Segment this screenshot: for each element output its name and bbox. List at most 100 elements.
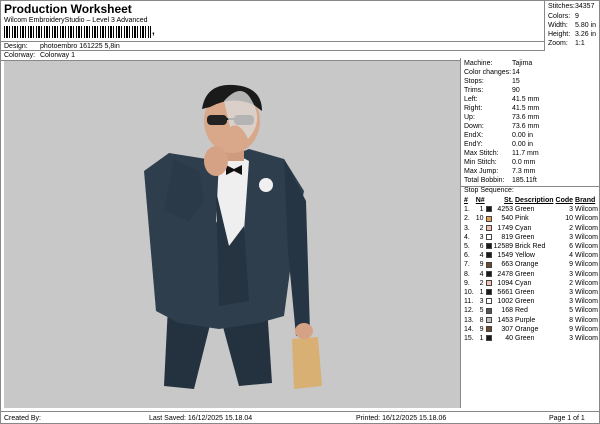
row-brand: Wilcom bbox=[575, 206, 598, 214]
table-row: 3. 2 1749 Cyan 2 Wilcom bbox=[463, 224, 599, 233]
row-description: Green bbox=[515, 298, 535, 306]
design-label: Design: bbox=[4, 43, 28, 50]
row-description: Orange bbox=[515, 325, 539, 333]
row-needle: 5 bbox=[479, 307, 484, 315]
row-description: Pink bbox=[515, 215, 529, 223]
color-swatch bbox=[485, 325, 492, 332]
row-code: 3 bbox=[569, 233, 574, 241]
printed-date: Printed: 16/12/2025 15.18.06 bbox=[356, 415, 447, 422]
worksheet: Production Worksheet Wilcom EmbroiderySt… bbox=[0, 0, 600, 424]
table-row: 14. 9 307 Orange 9 Wilcom bbox=[463, 325, 599, 334]
color-swatch bbox=[485, 270, 492, 277]
row-code: 5 bbox=[569, 307, 574, 315]
row-needle: 8 bbox=[479, 316, 484, 324]
embroidery-image bbox=[144, 84, 322, 389]
row-color bbox=[485, 279, 493, 288]
row-code: 2 bbox=[569, 224, 574, 232]
stat-width: Width: 5.80 in bbox=[548, 22, 597, 29]
row-description: Yellow bbox=[515, 252, 535, 260]
row-index: 13. bbox=[464, 316, 474, 324]
row-index: 15. bbox=[464, 334, 474, 342]
color-swatch bbox=[485, 215, 492, 222]
row-index: 7. bbox=[464, 261, 470, 269]
info-up: Up: 73.6 mm bbox=[464, 114, 540, 121]
color-swatch bbox=[485, 298, 492, 305]
row-needle: 9 bbox=[479, 261, 484, 269]
table-row: 11. 3 1002 Green 3 Wilcom bbox=[463, 297, 599, 306]
design-preview[interactable] bbox=[4, 61, 460, 408]
row-index: 14. bbox=[464, 325, 474, 333]
software-subtitle: Wilcom EmbroideryStudio – Level 3 Advanc… bbox=[4, 17, 148, 24]
row-stitches: 1453 bbox=[497, 316, 513, 324]
stop-sequence-body: 1. 1 4253 Green 3 Wilcom 2. 10 540 Pink 10 Wilcom 3.… bbox=[463, 205, 599, 343]
row-code: 3 bbox=[569, 334, 574, 342]
stat-stitches: Stitches:34357 bbox=[548, 3, 595, 10]
table-row: 8. 4 2478 Green 3 Wilcom bbox=[463, 270, 599, 279]
row-color bbox=[485, 288, 493, 297]
row-code: 6 bbox=[569, 243, 574, 251]
row-index: 12. bbox=[464, 307, 474, 315]
info-endy: EndY: 0.00 in bbox=[464, 141, 534, 148]
row-index: 1. bbox=[464, 206, 470, 214]
table-row: 12. 5 168 Red 5 Wilcom bbox=[463, 306, 599, 315]
color-swatch bbox=[485, 279, 492, 286]
row-index: 6. bbox=[464, 252, 470, 260]
info-left: Left: 41.5 mm bbox=[464, 96, 540, 103]
row-brand: Wilcom bbox=[575, 252, 598, 260]
stats-panel: Stitches:34357 Colors: 9 Width: 5.80 in He… bbox=[544, 1, 600, 51]
row-code: 2 bbox=[569, 279, 574, 287]
row-stitches: 307 bbox=[501, 325, 513, 333]
row-brand: Wilcom bbox=[575, 224, 598, 232]
last-saved: Last Saved: 16/12/2025 15.18.04 bbox=[149, 415, 253, 422]
row-color bbox=[485, 270, 493, 279]
row-color bbox=[485, 224, 493, 233]
row-needle: 2 bbox=[479, 279, 484, 287]
row-brand: Wilcom bbox=[575, 316, 598, 324]
row-stitches: 1094 bbox=[497, 279, 513, 287]
table-row: 6. 4 1549 Yellow 4 Wilcom bbox=[463, 251, 599, 260]
row-code: 3 bbox=[569, 206, 574, 214]
stop-sequence-table: # N# St. Description Code Brand 1. 1 4253 G… bbox=[463, 196, 599, 343]
table-row: 5. 6 12589 Brick Red 6 Wilcom bbox=[463, 242, 599, 251]
table-row: 10. 1 5661 Green 3 Wilcom bbox=[463, 288, 599, 297]
info-stops: Stops: 15 bbox=[464, 78, 520, 85]
row-brand: Wilcom bbox=[575, 233, 598, 241]
table-row: 13. 8 1453 Purple 8 Wilcom bbox=[463, 315, 599, 324]
row-brand: Wilcom bbox=[575, 261, 598, 269]
row-brand: Wilcom bbox=[575, 215, 598, 223]
row-brand: Wilcom bbox=[575, 334, 598, 342]
row-color bbox=[485, 325, 493, 334]
color-swatch bbox=[485, 335, 492, 342]
info-min-stitch: Min Stitch: 0.0 mm bbox=[464, 159, 536, 166]
row-description: Green bbox=[515, 233, 535, 241]
footer: Created By: Last Saved: 16/12/2025 15.18… bbox=[1, 411, 600, 424]
row-brand: Wilcom bbox=[575, 307, 598, 315]
row-needle: 1 bbox=[479, 288, 484, 296]
row-brand: Wilcom bbox=[575, 279, 598, 287]
info-total-bobbin: Total Bobbin: 185.11ft bbox=[464, 177, 537, 184]
row-code: 9 bbox=[569, 325, 574, 333]
divider bbox=[1, 50, 544, 51]
col-code: Code bbox=[555, 197, 574, 205]
row-stitches: 1749 bbox=[497, 224, 513, 232]
row-description: Orange bbox=[515, 261, 539, 269]
row-description: Green bbox=[515, 270, 535, 278]
row-index: 8. bbox=[464, 270, 470, 278]
row-index: 5. bbox=[464, 243, 470, 251]
row-index: 3. bbox=[464, 224, 470, 232]
row-needle: 2 bbox=[479, 224, 484, 232]
color-swatch bbox=[485, 261, 492, 268]
design-value: photoembro 161225 5,8in bbox=[39, 43, 120, 50]
row-description: Green bbox=[515, 334, 535, 342]
row-stitches: 12589 bbox=[493, 243, 513, 251]
row-brand: Wilcom bbox=[575, 325, 598, 333]
row-stitches: 168 bbox=[501, 307, 513, 315]
row-needle: 3 bbox=[479, 233, 484, 241]
row-stitches: 819 bbox=[501, 233, 513, 241]
color-swatch bbox=[485, 206, 492, 213]
row-color bbox=[485, 306, 493, 315]
row-color bbox=[485, 260, 493, 269]
row-needle: 10 bbox=[475, 215, 484, 223]
row-color bbox=[485, 205, 493, 214]
info-max-stitch: Max Stitch: 11.7 mm bbox=[464, 150, 539, 157]
